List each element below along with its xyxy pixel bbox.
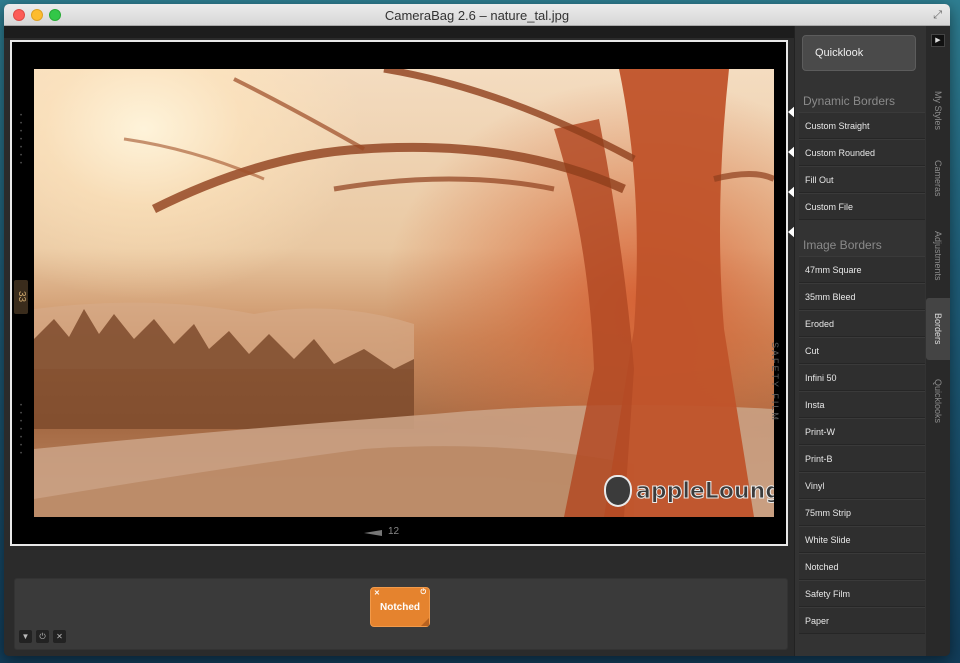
border-item-custom-straight[interactable]: Custom Straight	[799, 112, 925, 139]
border-item-white-slide[interactable]: White Slide	[799, 526, 925, 553]
fullscreen-icon[interactable]: ⤢	[933, 9, 942, 22]
border-item-75mm-strip[interactable]: 75mm Strip	[799, 499, 925, 526]
border-item-35mm-bleed[interactable]: 35mm Bleed	[799, 283, 925, 310]
section-title-image-borders: Image Borders	[803, 238, 882, 252]
tab-quicklooks[interactable]: Quicklooks	[926, 366, 950, 436]
border-item-47mm-square[interactable]: 47mm Square	[799, 256, 925, 283]
editor-area: • • • • • • • • • • • • • • 33 appleLoun…	[4, 26, 804, 656]
tab-adjustments[interactable]: Adjustments	[926, 216, 950, 296]
border-item-eroded[interactable]: Eroded	[799, 310, 925, 337]
watermark-text: appleLounge	[636, 478, 774, 504]
quicklook-button[interactable]: Quicklook	[802, 35, 916, 71]
chip-resize-handle[interactable]	[421, 618, 429, 626]
top-strip	[4, 26, 794, 38]
frame-number-left: 33	[14, 280, 28, 314]
border-item-notched[interactable]: Notched	[799, 553, 925, 580]
style-chip-label: Notched	[380, 601, 420, 613]
frame-number-bottom: 12	[388, 526, 400, 537]
border-item-fill-out[interactable]: Fill Out	[799, 166, 925, 193]
tray-close-button[interactable]: ✕	[53, 630, 66, 643]
tab-my-styles[interactable]: My Styles	[926, 76, 950, 146]
border-item-vinyl[interactable]: Vinyl	[799, 472, 925, 499]
border-item-print-b[interactable]: Print-B	[799, 445, 925, 472]
tray-menu-button[interactable]: ▼	[19, 630, 32, 643]
landscape-illustration	[34, 69, 774, 517]
apple-logo-icon	[604, 475, 632, 507]
chip-power-icon[interactable]: ⏻	[420, 589, 426, 597]
watermark: appleLounge	[604, 469, 774, 513]
film-edge-text: SAFETY FILM	[770, 342, 780, 422]
panel-tabs: ▶ My Styles Cameras Adjustments Borders …	[926, 26, 950, 656]
applied-styles-tray[interactable]: ✕ ⏻ Notched ▼ ⏻ ✕	[14, 578, 788, 650]
panel-toggle-button[interactable]: ▶	[931, 34, 945, 47]
chip-remove-icon[interactable]: ✕	[374, 589, 380, 597]
borders-sidebar: Quicklook Dynamic Borders Custom Straigh…	[794, 26, 926, 656]
film-perforation-bottom: • • • • • • •	[20, 403, 23, 457]
border-item-insta[interactable]: Insta	[799, 391, 925, 418]
border-item-custom-file[interactable]: Custom File	[799, 193, 925, 220]
window-title: CameraBag 2.6 – nature_tal.jpg	[384, 8, 570, 23]
tab-cameras[interactable]: Cameras	[926, 148, 950, 208]
frame-arrow-icon	[364, 530, 382, 536]
border-item-custom-rounded[interactable]: Custom Rounded	[799, 139, 925, 166]
film-perforation-top: • • • • • • •	[20, 113, 23, 167]
border-item-infini-50[interactable]: Infini 50	[799, 364, 925, 391]
tray-power-button[interactable]: ⏻	[36, 630, 49, 643]
tab-borders[interactable]: Borders	[926, 298, 950, 360]
photo-image: appleLounge	[34, 69, 774, 517]
title-bar: CameraBag 2.6 – nature_tal.jpg ⤢	[4, 4, 950, 26]
app-window: CameraBag 2.6 – nature_tal.jpg ⤢ • • • • • • •…	[4, 4, 950, 656]
border-item-cut[interactable]: Cut	[799, 337, 925, 364]
styles-tray-panel: ✕ ⏻ Notched ▼ ⏻ ✕	[4, 554, 794, 656]
border-item-print-w[interactable]: Print-W	[799, 418, 925, 445]
border-item-paper[interactable]: Paper	[799, 607, 925, 634]
photo-canvas[interactable]: • • • • • • • • • • • • • • 33 appleLoun…	[10, 40, 804, 546]
style-chip-notched[interactable]: ✕ ⏻ Notched	[370, 587, 430, 627]
section-title-dynamic-borders: Dynamic Borders	[803, 94, 896, 108]
border-item-safety-film[interactable]: Safety Film	[799, 580, 925, 607]
